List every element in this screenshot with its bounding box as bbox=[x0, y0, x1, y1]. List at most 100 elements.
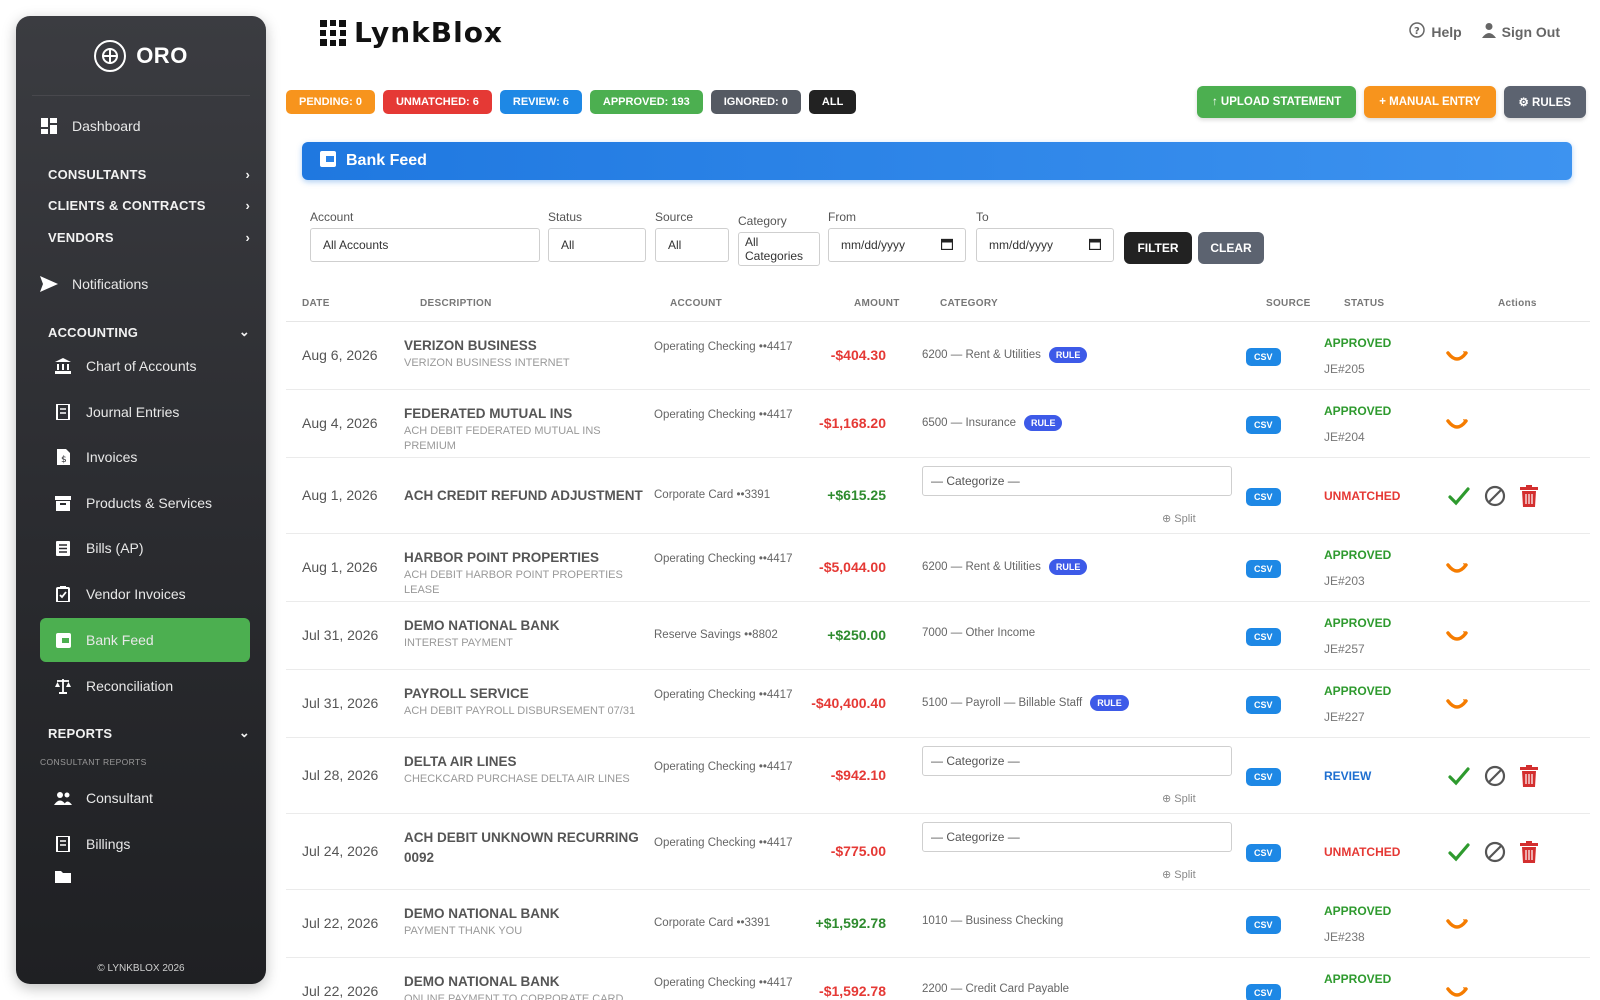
help-link[interactable]: ? Help bbox=[1409, 22, 1462, 41]
table-row[interactable]: Jul 28, 2026 DELTA AIR LINES CHECKCARD P… bbox=[286, 738, 1590, 814]
row-description: VERIZON BUSINESS VERIZON BUSINESS INTERN… bbox=[404, 336, 644, 371]
table-row[interactable]: Jul 31, 2026 DEMO NATIONAL BANK INTEREST… bbox=[286, 602, 1590, 670]
status-badge: APPROVED bbox=[1324, 904, 1392, 918]
undo-icon[interactable] bbox=[1446, 562, 1468, 580]
from-date-input[interactable]: mm/dd/yyyy bbox=[828, 228, 966, 262]
sidebar-item-notifications[interactable]: Notifications bbox=[40, 264, 250, 304]
col-date[interactable]: DATE bbox=[302, 298, 330, 309]
ignore-icon[interactable] bbox=[1484, 485, 1506, 512]
upload-statement-button[interactable]: ↑ UPLOAD STATEMENT bbox=[1196, 86, 1357, 118]
account-select[interactable]: All Accounts bbox=[310, 228, 540, 262]
approve-check-icon[interactable] bbox=[1448, 485, 1470, 512]
col-amount[interactable]: AMOUNT bbox=[854, 298, 900, 309]
journal-entry-link[interactable]: JE#227 bbox=[1324, 710, 1365, 724]
sidebar-item-invoices[interactable]: $ Invoices bbox=[54, 437, 250, 477]
sidebar-item-consultant[interactable]: Consultant bbox=[54, 778, 250, 818]
table-row[interactable]: Aug 1, 2026 HARBOR POINT PROPERTIES ACH … bbox=[286, 534, 1590, 602]
rules-button[interactable]: ⚙ RULES bbox=[1503, 86, 1586, 118]
filter-button[interactable]: FILTER bbox=[1124, 232, 1192, 264]
sidebar-item-products-services[interactable]: Products & Services bbox=[54, 483, 250, 523]
row-description-title: PAYROLL SERVICE bbox=[404, 686, 529, 701]
pill-ignored[interactable]: IGNORED: 0 bbox=[710, 90, 801, 114]
journal-entry-link[interactable]: JE#205 bbox=[1324, 362, 1365, 376]
lynkblox-logo[interactable]: LynkBlox bbox=[318, 16, 503, 49]
table-row[interactable]: Aug 1, 2026 ACH CREDIT REFUND ADJUSTMENT… bbox=[286, 458, 1590, 534]
approve-check-icon[interactable] bbox=[1448, 765, 1470, 792]
sidebar-item-vendor-invoices[interactable]: Vendor Invoices bbox=[54, 574, 250, 614]
delete-trash-icon[interactable] bbox=[1520, 841, 1538, 868]
question-circle-icon: ? bbox=[1409, 22, 1426, 41]
manual-entry-button[interactable]: + MANUAL ENTRY bbox=[1364, 86, 1496, 118]
oro-logo-icon bbox=[94, 39, 127, 72]
paper-plane-icon bbox=[40, 275, 58, 293]
split-link[interactable]: ⊕ Split bbox=[1162, 512, 1196, 525]
undo-icon[interactable] bbox=[1446, 986, 1468, 1000]
journal-entry-link[interactable]: JE#257 bbox=[1324, 642, 1365, 656]
categorize-select[interactable]: — Categorize — bbox=[922, 466, 1232, 496]
journal-entry-link[interactable]: JE#238 bbox=[1324, 930, 1365, 944]
clear-button[interactable]: CLEAR bbox=[1198, 232, 1264, 264]
pill-pending[interactable]: PENDING: 0 bbox=[286, 90, 375, 114]
sidebar-item-journal-entries[interactable]: Journal Entries bbox=[54, 392, 250, 432]
sidebar-section-reports[interactable]: REPORTS ⌄ bbox=[48, 721, 250, 745]
sidebar-item-bills[interactable]: Bills (AP) bbox=[54, 528, 250, 568]
status-badge: APPROVED bbox=[1324, 336, 1392, 350]
to-date-input[interactable]: mm/dd/yyyy bbox=[976, 228, 1114, 262]
source-select[interactable]: All bbox=[655, 228, 729, 262]
table-row[interactable]: Jul 22, 2026 DEMO NATIONAL BANK ONLINE P… bbox=[286, 958, 1590, 1000]
pill-all[interactable]: ALL bbox=[808, 90, 857, 114]
sidebar-item-reconciliation[interactable]: Reconciliation bbox=[54, 666, 250, 706]
sidebar-section-clients[interactable]: CLIENTS & CONTRACTS › bbox=[48, 193, 250, 217]
delete-trash-icon[interactable] bbox=[1520, 765, 1538, 792]
table-row[interactable]: Aug 4, 2026 FEDERATED MUTUAL INS ACH DEB… bbox=[286, 390, 1590, 458]
col-source[interactable]: SOURCE bbox=[1266, 298, 1311, 309]
pill-unmatched[interactable]: UNMATCHED: 6 bbox=[382, 90, 492, 114]
table-row[interactable]: Jul 22, 2026 DEMO NATIONAL BANK PAYMENT … bbox=[286, 890, 1590, 958]
journal-entry-link[interactable]: JE#204 bbox=[1324, 430, 1365, 444]
undo-icon[interactable] bbox=[1446, 918, 1468, 936]
approve-check-icon[interactable] bbox=[1448, 841, 1470, 868]
sidebar-item-bank-feed[interactable]: Bank Feed bbox=[40, 618, 250, 662]
undo-icon[interactable] bbox=[1446, 698, 1468, 716]
delete-trash-icon[interactable] bbox=[1520, 485, 1538, 512]
row-description-detail: INTEREST PAYMENT bbox=[404, 637, 513, 649]
ignore-icon[interactable] bbox=[1484, 841, 1506, 868]
sidebar-caption-consultant-reports: CONSULTANT REPORTS bbox=[40, 757, 147, 767]
sidebar-section-vendors[interactable]: VENDORS › bbox=[48, 225, 250, 249]
table-row[interactable]: Aug 6, 2026 VERIZON BUSINESS VERIZON BUS… bbox=[286, 322, 1590, 390]
table-row[interactable]: Jul 24, 2026 ACH DEBIT UNKNOWN RECURRING… bbox=[286, 814, 1590, 890]
pill-approved[interactable]: APPROVED: 193 bbox=[589, 90, 703, 114]
col-category[interactable]: CATEGORY bbox=[940, 298, 998, 309]
categorize-select[interactable]: — Categorize — bbox=[922, 822, 1232, 852]
sign-out-link[interactable]: Sign Out bbox=[1481, 22, 1560, 41]
sidebar-item-billings[interactable]: Billings bbox=[54, 824, 250, 864]
col-account[interactable]: ACCOUNT bbox=[670, 298, 722, 309]
row-category: 7000 — Other Income bbox=[922, 627, 1035, 639]
sidebar-item-dashboard[interactable]: Dashboard bbox=[40, 106, 250, 146]
status-select[interactable]: All bbox=[548, 228, 646, 262]
split-link[interactable]: ⊕ Split bbox=[1162, 792, 1196, 805]
col-description[interactable]: DESCRIPTION bbox=[420, 298, 492, 309]
sidebar-section-accounting[interactable]: ACCOUNTING ⌄ bbox=[48, 320, 250, 344]
categorize-select[interactable]: — Categorize — bbox=[922, 746, 1232, 776]
pill-review[interactable]: REVIEW: 6 bbox=[499, 90, 582, 114]
row-description-detail: CHECKCARD PURCHASE DELTA AIR LINES bbox=[404, 773, 630, 785]
row-amount: -$1,592.78 bbox=[819, 983, 886, 999]
sidebar-item-chart-of-accounts[interactable]: Chart of Accounts bbox=[54, 346, 250, 386]
sign-out-label: Sign Out bbox=[1501, 23, 1560, 40]
sidebar-item-partial[interactable] bbox=[54, 868, 250, 884]
split-link[interactable]: ⊕ Split bbox=[1162, 868, 1196, 881]
undo-icon[interactable] bbox=[1446, 630, 1468, 648]
table-row[interactable]: Jul 31, 2026 PAYROLL SERVICE ACH DEBIT P… bbox=[286, 670, 1590, 738]
sidebar-item-label: Reconciliation bbox=[86, 678, 174, 694]
category-select[interactable]: All Categories bbox=[738, 232, 820, 266]
brand-name: ORO bbox=[136, 42, 188, 68]
journal-entry-link[interactable]: JE#203 bbox=[1324, 574, 1365, 588]
ignore-icon[interactable] bbox=[1484, 765, 1506, 792]
category-select-value: All Categories bbox=[745, 235, 804, 263]
undo-icon[interactable] bbox=[1446, 418, 1468, 436]
sidebar-brand[interactable]: ORO bbox=[32, 16, 250, 96]
col-status[interactable]: STATUS bbox=[1344, 298, 1384, 309]
undo-icon[interactable] bbox=[1446, 350, 1468, 368]
sidebar-section-consultants[interactable]: CONSULTANTS › bbox=[48, 162, 250, 186]
